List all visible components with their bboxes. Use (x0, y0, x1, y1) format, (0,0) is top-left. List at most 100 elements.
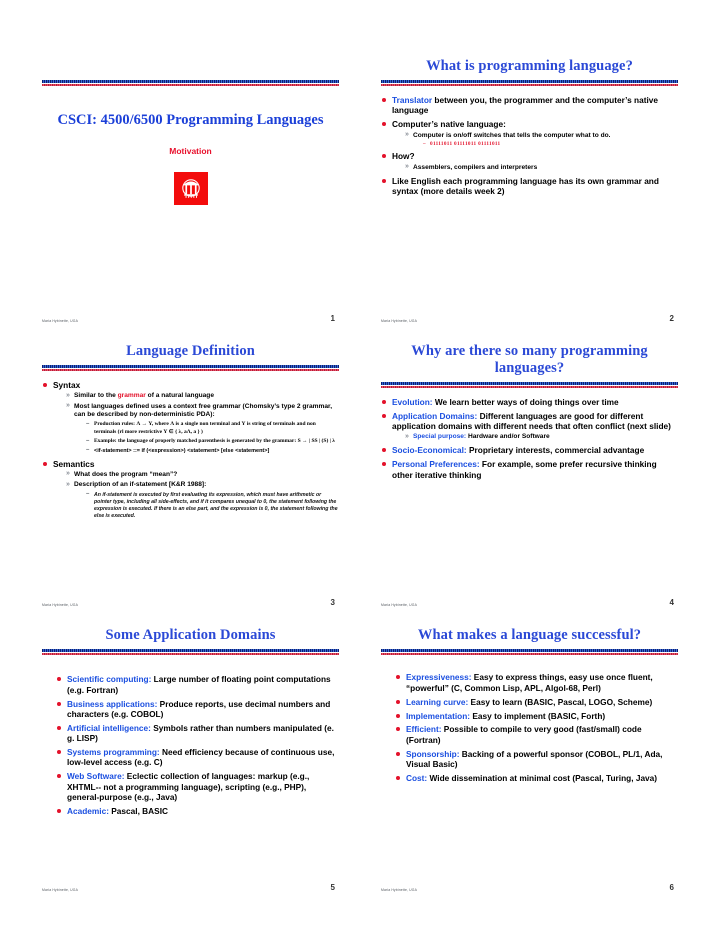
bullet-dot-icon (43, 461, 47, 466)
list-item: Artificial intelligence: Symbols rather … (56, 723, 339, 744)
list-item: Socio-Economical: Proprietary interests,… (381, 445, 678, 455)
slide-6-footer: Maria Hybinette, UGA 6 (381, 881, 678, 892)
list-item: Personal Preferences: For example, some … (381, 459, 678, 480)
sub-bullet-list: » Assemblers, compilers and interpreters (392, 163, 678, 172)
bullet-dot-icon (382, 399, 386, 404)
course-title: CSCI: 4500/6500 Programming Languages (57, 112, 324, 129)
bullet-text: Example: the language of properly matche… (94, 438, 335, 445)
bullet-text: We learn better ways of doing things ove… (432, 396, 619, 407)
bullet-text: Wide dissemination at minimal cost (Pasc… (427, 772, 658, 783)
bullet-keyword: grammar (117, 392, 146, 400)
slide-5-footer: Maria Hybinette, UGA 5 (42, 881, 339, 892)
handout-page: CSCI: 4500/6500 Programming Languages Mo… (0, 0, 720, 932)
bullet-dot-icon (57, 774, 61, 779)
list-item: Efficient: Possible to compile to very g… (395, 724, 678, 745)
code-bullet-list: –01111011 01111011 01111011 (413, 141, 678, 148)
list-item: » Most languages defined uses a context f… (66, 402, 339, 455)
bullet-keyword: Evolution: (392, 396, 433, 407)
bullet-keyword: Systems programming: (67, 747, 160, 758)
bullet-dot-icon (382, 98, 386, 103)
list-item: Learning curve: Easy to learn (BASIC, Pa… (395, 697, 678, 707)
bullet-text: Most languages defined uses a context fr… (74, 402, 333, 418)
bullet-text: How? (392, 151, 415, 162)
bullet-keyword: Expressiveness: (406, 672, 472, 683)
bullet-dot-icon (396, 713, 400, 718)
bullet-text: Possible to compile to very good (fast/s… (406, 724, 642, 745)
bullet-keyword: Application Domains: (392, 410, 478, 421)
bullet-text-after: of a natural language (145, 392, 214, 400)
slide-2-title: What is programming language? (426, 58, 633, 74)
slide-1-title-spacer (42, 58, 339, 75)
bullet-keyword: Implementation: (406, 710, 471, 721)
list-item: » Assemblers, compilers and interpreters (405, 163, 678, 172)
list-item: Systems programming: Need efficiency bec… (56, 747, 339, 768)
bullet-dot-icon (57, 677, 61, 682)
bullet-dot-icon (396, 675, 400, 680)
slide-5-divider (42, 649, 339, 656)
slide-3-footer: Maria Hybinette, UGA 3 (42, 596, 339, 607)
bullet-text: between you, the programmer and the comp… (392, 95, 659, 116)
list-item: Scientific computing: Large number of fl… (56, 674, 339, 695)
bullet-dot-icon (57, 750, 61, 755)
list-item: – <if-statement> ::= if (<expression>) <s… (86, 447, 339, 455)
chevron-bullet-icon: » (405, 131, 409, 139)
bullet-text: Computer is on/off switches that tells t… (413, 131, 611, 139)
slide-3-title: Language Definition (126, 342, 255, 359)
slide-2-body: Translator between you, the programmer a… (381, 95, 678, 312)
slide-1-divider (42, 80, 339, 87)
detail-bullet-list: – An if-statement is executed by first ev… (74, 491, 339, 521)
slide-4-footer: Maria Hybinette, UGA 4 (381, 596, 678, 607)
bullet-dot-icon (382, 154, 386, 159)
slide-6: What makes a language successful? Expres… (369, 627, 690, 892)
list-item: – Example: the language of properly match… (86, 438, 339, 445)
bullet-dot-icon (382, 178, 386, 183)
bullet-list: Evolution: We learn better ways of doing… (381, 397, 678, 480)
slide-1: CSCI: 4500/6500 Programming Languages Mo… (30, 58, 351, 323)
list-item: Implementation: Easy to implement (BASIC… (395, 711, 678, 721)
bullet-text: Easy to learn (BASIC, Pascal, LOGO, Sche… (468, 696, 653, 707)
footer-credit: Maria Hybinette, UGA (381, 603, 417, 608)
bullet-dot-icon (57, 701, 61, 706)
chevron-bullet-icon: » (66, 391, 70, 399)
list-item: Like English each programming language h… (381, 176, 678, 197)
list-item: Web Software: Eclectic collection of lan… (56, 771, 339, 802)
slide-subtitle: Motivation (169, 146, 212, 157)
slide-5-title: Some Application Domains (105, 627, 276, 644)
bullet-text: Computer’s native language: (392, 119, 506, 130)
dash-bullet-icon: – (423, 140, 426, 147)
bullet-keyword: Cost: (406, 772, 428, 783)
list-item: » Description of an if-statement [K&R 198… (66, 481, 339, 520)
dash-bullet-icon: – (86, 437, 90, 444)
list-item: » What does the program “mean”? (66, 470, 339, 479)
sub-bullet-list: » Similar to the grammar of a natural lan… (53, 392, 339, 455)
bullet-text: What does the program “mean”? (74, 470, 178, 478)
dash-bullet-icon: – (86, 420, 90, 427)
bullet-list: Scientific computing: Large number of fl… (56, 674, 339, 816)
list-item: Sponsorship: Backing of a powerful spons… (395, 749, 678, 770)
list-item: – Production rules: Λ → Υ, where Λ is a s… (86, 421, 339, 435)
bullet-dot-icon (396, 775, 400, 780)
bullet-dot-icon (57, 808, 61, 813)
uga-arch-logo (173, 172, 208, 206)
list-item: Academic: Pascal, BASIC (56, 806, 339, 816)
list-item: Computer’s native language: » Computer is… (381, 119, 678, 148)
bullet-dot-icon (396, 751, 400, 756)
bullet-list: Translator between you, the programmer a… (381, 95, 678, 196)
footer-credit: Maria Hybinette, UGA (42, 318, 78, 323)
slide-number: 5 (330, 882, 335, 892)
footer-credit: Maria Hybinette, UGA (42, 887, 78, 892)
sub-bullet-list: » Special purpose: Hardware and/or Softwa… (392, 433, 678, 441)
bullet-text: Production rules: Λ → Υ, where Λ is a si… (94, 421, 316, 435)
slide-2-footer: Maria Hybinette, UGA 2 (381, 312, 678, 323)
list-item: Translator between you, the programmer a… (381, 95, 678, 116)
list-item: Syntax » Similar to the grammar of a natu… (42, 380, 339, 455)
slide-4: Why are there so many programming langua… (369, 343, 690, 607)
slide-number: 1 (330, 313, 335, 323)
slide-2-divider (381, 80, 678, 87)
list-item: Semantics » What does the program “mean”?… (42, 459, 339, 521)
bullet-keyword: Special purpose: (413, 433, 467, 441)
bullet-keyword: Socio-Economical: (392, 445, 467, 456)
list-item: » Computer is on/off switches that tells … (405, 131, 678, 148)
bullet-text: Description of an if-statement [K&R 1988… (74, 481, 207, 489)
slide-number: 3 (330, 598, 335, 608)
